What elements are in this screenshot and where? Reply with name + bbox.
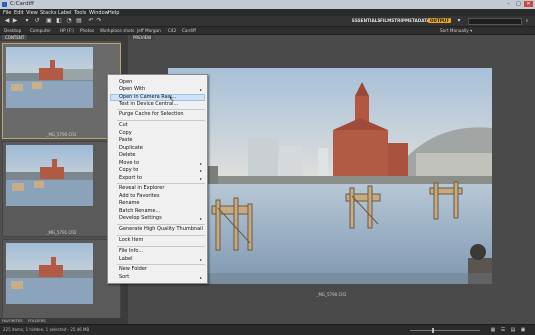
recent-folders-icon[interactable]: ▾	[24, 18, 30, 24]
content-tab-strip: CONTENT	[0, 35, 125, 41]
open-in-camera-raw-icon[interactable]: ◔	[66, 18, 72, 24]
mouse-cursor-icon: ↖	[169, 96, 175, 103]
menu-item-develop-settings[interactable]: Develop Settings	[119, 216, 162, 221]
breadcrumb-cardiff[interactable]: Cardiff	[182, 28, 196, 33]
menu-item-file-info[interactable]: File Info...	[119, 249, 143, 254]
workspace-menu-chevron-icon[interactable]: ▾	[456, 18, 462, 24]
breadcrumb-drive[interactable]: HP (F:)	[60, 28, 74, 33]
title-bar: C:Cardiff – □ ✕	[0, 0, 535, 9]
menu-item-generate-thumbnail[interactable]: Generate High Quality Thumbnail	[119, 227, 203, 232]
search-input[interactable]	[468, 18, 522, 25]
menu-separator	[117, 246, 205, 247]
details-view-icon[interactable]: ▤	[510, 327, 516, 333]
workspace-filmstrip[interactable]: FILMSTRIP	[380, 18, 405, 23]
search-icon: ⌕	[525, 18, 529, 24]
status-bar: 225 items, 1 hidden, 1 selected - 25.46 …	[0, 324, 535, 335]
menu-item-duplicate[interactable]: Duplicate	[119, 146, 143, 151]
menu-separator	[117, 183, 205, 184]
submenu-arrow-icon: ▸	[200, 168, 203, 173]
menu-item-reveal-in-explorer[interactable]: Reveal in Explorer	[119, 186, 164, 191]
menu-separator	[117, 264, 205, 265]
maximize-button[interactable]: □	[514, 1, 523, 7]
menu-item-copy[interactable]: Copy	[119, 131, 132, 136]
workspace-essentials[interactable]: ESSENTIALS	[352, 18, 380, 23]
menu-item-paste[interactable]: Paste	[119, 138, 133, 143]
rotate-right-icon[interactable]: ↷	[96, 18, 102, 24]
grid-view-icon[interactable]: ▦	[490, 327, 496, 333]
forward-icon[interactable]: ▶	[12, 18, 18, 24]
refine-icon[interactable]: ◧	[56, 18, 62, 24]
menu-item-batch-rename[interactable]: Batch Rename...	[119, 209, 160, 214]
path-bar: Desktop Computer HP (F:) Photos Workplac…	[0, 27, 535, 35]
menu-separator	[117, 120, 205, 121]
workspace-output[interactable]: OUTPUT	[428, 18, 452, 23]
thumbnail-size-slider[interactable]	[410, 330, 480, 331]
menu-bar: File Edit View Stacks Label Tools Window…	[0, 9, 535, 16]
menu-item-open-with[interactable]: Open With	[119, 87, 145, 92]
thumbnail-size-slider-handle[interactable]	[432, 328, 434, 333]
menu-item-delete[interactable]: Delete	[119, 153, 135, 158]
menu-item-cut[interactable]: Cut	[119, 123, 128, 128]
menu-item-open[interactable]: Open	[119, 80, 132, 85]
tab-content[interactable]: CONTENT	[2, 35, 28, 40]
menu-item-rename[interactable]: Rename	[119, 201, 140, 206]
workspace-metadata[interactable]: METADATA	[405, 18, 430, 23]
breadcrumb-desktop[interactable]: Desktop	[4, 28, 21, 33]
submenu-arrow-icon: ▸	[200, 161, 203, 166]
thumbnail-image	[6, 145, 93, 206]
thumbnail-image	[6, 47, 93, 108]
menu-item-label[interactable]: Label	[119, 257, 133, 262]
minimize-button[interactable]: –	[504, 1, 513, 7]
thumbnail-image	[6, 243, 93, 304]
menu-item-add-to-favorites[interactable]: Add to Favorites	[119, 194, 159, 199]
breadcrumb-workplace[interactable]: Workplace shots	[100, 28, 134, 33]
breadcrumb-jeff-morgan[interactable]: Jeff Morgan	[137, 28, 161, 33]
context-menu: Open Open With ▸ Open in Camera Raw... T…	[107, 74, 208, 284]
menu-item-export-to[interactable]: Export to	[119, 176, 142, 181]
boomerang-icon[interactable]: ↺	[34, 18, 40, 24]
thumbnail-item[interactable]	[2, 239, 121, 321]
menu-item-sort[interactable]: Sort	[119, 275, 129, 280]
menu-separator	[117, 224, 205, 225]
thumbnail-item[interactable]: _MG_5790.CR2	[2, 43, 121, 139]
back-icon[interactable]: ◀	[4, 18, 10, 24]
window-title: C:Cardiff	[10, 1, 34, 7]
bridge-app-icon	[2, 2, 7, 7]
breadcrumb-computer[interactable]: Computer	[30, 28, 51, 33]
camera-icon[interactable]: ▣	[46, 18, 52, 24]
preview-caption: _MG_5790.CR2	[316, 292, 347, 297]
thumbnail-item[interactable]: _MG_5791.CR2	[2, 141, 121, 237]
menu-item-lock-item[interactable]: Lock Item	[119, 238, 143, 243]
thumbnail-label: _MG_5790.CR2	[46, 132, 77, 137]
submenu-arrow-icon: ▸	[200, 257, 203, 262]
submenu-arrow-icon: ▸	[200, 275, 203, 280]
close-button[interactable]: ✕	[524, 1, 533, 7]
menu-item-new-folder[interactable]: New Folder	[119, 267, 147, 272]
menu-item-open-in-camera-raw[interactable]: Open in Camera Raw...	[119, 95, 176, 100]
preview-image	[168, 68, 492, 284]
list-view-icon[interactable]: ☰	[500, 327, 506, 333]
sort-dropdown[interactable]: Sort Manually ▾	[440, 28, 472, 33]
toolbar: ◀ ▶ ▾ ↺ ▣ ◧ ◔ ▤ ↶ ↷ ESSENTIALS FILMSTRIP…	[0, 16, 535, 27]
breadcrumb-photos[interactable]: Photos	[80, 28, 94, 33]
menu-item-move-to[interactable]: Move to	[119, 161, 139, 166]
submenu-arrow-icon: ▸	[200, 216, 203, 221]
breadcrumb-c42[interactable]: C42	[168, 28, 176, 33]
rotate-left-icon[interactable]: ↶	[88, 18, 94, 24]
submenu-arrow-icon: ▸	[200, 87, 203, 92]
menu-item-copy-to[interactable]: Copy to	[119, 168, 138, 173]
tab-favorites[interactable]: FAVORITES	[2, 318, 23, 323]
lock-icon[interactable]: ▣	[520, 327, 526, 333]
tab-preview[interactable]: PREVIEW	[130, 35, 155, 40]
menu-item-purge-cache[interactable]: Purge Cache for Selection	[119, 112, 184, 117]
thumbnail-label: _MG_5791.CR2	[46, 230, 77, 235]
status-text: 225 items, 1 hidden, 1 selected - 25.46 …	[3, 327, 90, 332]
menu-separator	[117, 235, 205, 236]
submenu-arrow-icon: ▸	[200, 176, 203, 181]
menu-separator	[117, 109, 205, 110]
output-icon[interactable]: ▤	[76, 18, 82, 24]
tab-folders[interactable]: FOLDERS	[28, 318, 46, 323]
